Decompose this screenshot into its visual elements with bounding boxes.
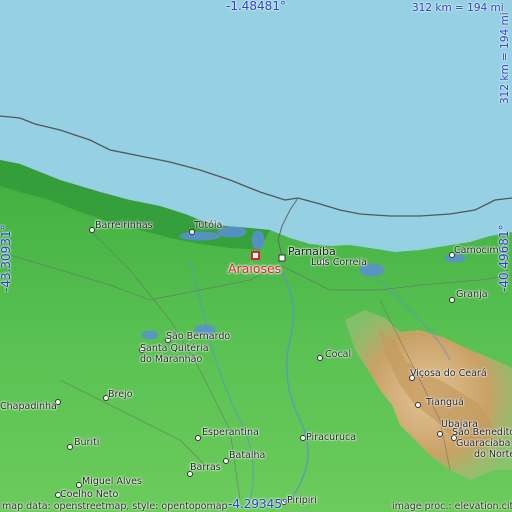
place-label-vicosa: Viçosa do Ceará bbox=[410, 368, 487, 379]
place-label-miguel-alves: Miguel Alves bbox=[82, 476, 142, 487]
place-label-granja: Granja bbox=[456, 289, 488, 300]
place-label-highlight: Araioses bbox=[228, 261, 282, 276]
highlight-marker bbox=[251, 251, 260, 260]
credit-map-data: map data: openstreetmap, style: opentopo… bbox=[2, 501, 228, 512]
place-label-coelho-neto: Coelho Neto bbox=[60, 489, 119, 500]
coord-right: -40.49681° bbox=[497, 224, 511, 292]
place-label-do-maranhao: do Maranhão bbox=[140, 354, 203, 365]
place-label-esperantina: Esperantina bbox=[202, 427, 259, 438]
place-label-camocim: Camocim bbox=[454, 245, 499, 256]
place-label-do-norte: do Norte bbox=[474, 449, 512, 460]
place-label-brejo: Brejo bbox=[108, 389, 133, 400]
place-label-buriti: Buriti bbox=[74, 437, 100, 448]
place-label-sao-bernardo: São Bernardo bbox=[166, 331, 231, 342]
place-label-luis-correia: Luís Correia bbox=[311, 257, 367, 268]
place-label-santa-quiteria: Santa Quitéria bbox=[140, 343, 209, 354]
place-label-sao-benedito: São Benedito bbox=[452, 427, 512, 438]
place-label-barras: Barras bbox=[190, 462, 221, 473]
place-label-guaraciaba: Guaraciaba bbox=[456, 438, 511, 449]
coord-top: -1.48481° bbox=[226, 0, 286, 13]
place-label-batalha: Batalha bbox=[229, 450, 266, 461]
place-label-tiangua: Tianguá bbox=[426, 397, 464, 408]
place-label-piripiri: Piripiri bbox=[287, 495, 317, 506]
place-label-chapadinha: Chapadinha bbox=[0, 401, 57, 412]
coord-left: -43.30931° bbox=[0, 224, 13, 292]
coord-bottom: -4.29345° bbox=[228, 497, 288, 511]
place-label-barreirinhas: Barreirinhas bbox=[95, 220, 153, 231]
scale-right: 312 km = 194 mi bbox=[499, 12, 511, 104]
scale-top: 312 km = 194 mi bbox=[412, 2, 504, 14]
place-label-piracuruca: Piracuruca bbox=[306, 432, 357, 443]
place-label-cocal: Cocal bbox=[325, 349, 352, 360]
credit-image-proc: image proc.: elevation.city bbox=[392, 501, 512, 512]
place-label-tutoia: Tutóia bbox=[194, 220, 223, 231]
